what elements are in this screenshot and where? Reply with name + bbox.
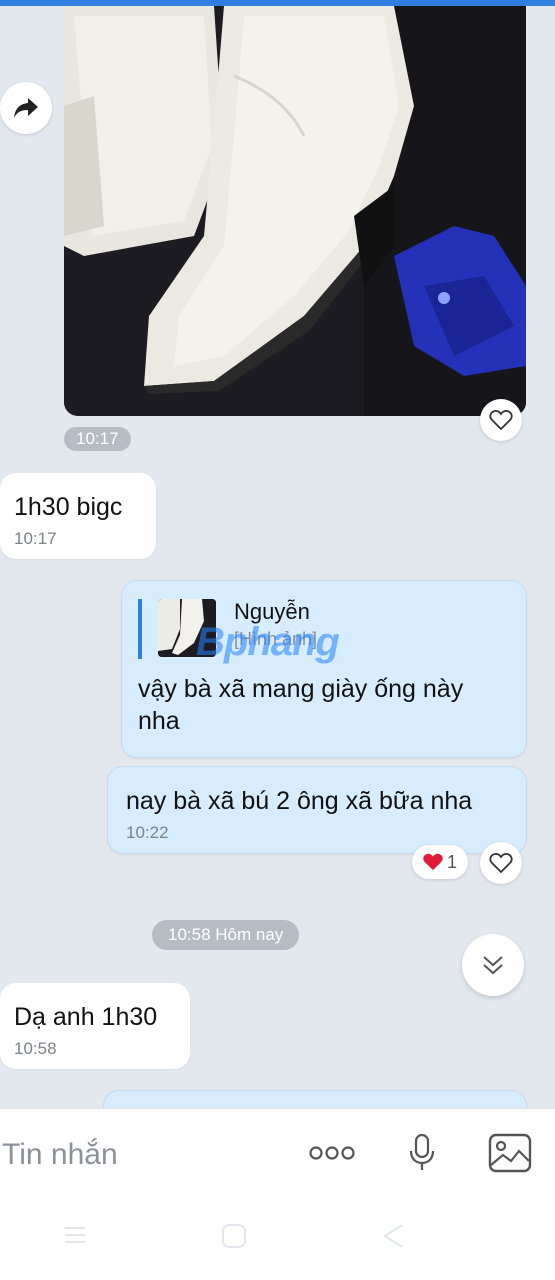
heart-icon — [489, 410, 513, 431]
boots-photo — [64, 6, 526, 416]
system-navigation-bar — [0, 1196, 555, 1280]
forward-icon — [14, 98, 38, 118]
incoming-message[interactable]: Dạ anh 1h30 10:58 — [0, 983, 190, 1069]
photo-time-pill: 10:17 — [64, 427, 131, 451]
more-button[interactable] — [306, 1131, 358, 1175]
heart-filled-icon — [423, 853, 443, 871]
message-time: 10:22 — [126, 823, 169, 842]
reaction-badge[interactable]: 1 — [412, 845, 468, 879]
chevron-double-down-icon — [483, 956, 503, 975]
message-text: Dạ anh 1h30 — [14, 1003, 158, 1031]
microphone-icon — [409, 1133, 435, 1170]
back-icon[interactable] — [380, 1222, 406, 1250]
message-input[interactable] — [0, 1129, 294, 1181]
reaction-count: 1 — [447, 851, 458, 872]
day-separator: 10:58 Hôm nay — [152, 920, 300, 950]
photo-react-button[interactable] — [480, 399, 522, 441]
chat-thread[interactable]: 10:17 1h30 bigc 10:17 Nguyễn [Hình ảnh] … — [0, 6, 555, 1108]
message-react-button[interactable] — [480, 842, 522, 884]
message-text: 1h30 bigc — [14, 493, 123, 521]
recent-apps-icon[interactable] — [62, 1222, 88, 1248]
outgoing-message-partial[interactable] — [103, 1090, 527, 1108]
image-picker-button[interactable] — [486, 1131, 534, 1175]
outgoing-message[interactable]: nay bà xã bú 2 ông xã bữa nha 10:22 — [107, 766, 527, 854]
message-time: 10:58 — [14, 1039, 57, 1058]
message-text: vậy bà xã mang giày ống này nha — [138, 675, 464, 735]
more-icon — [309, 1146, 355, 1160]
watermark-logo: Bphang — [196, 620, 340, 664]
scroll-to-bottom-button[interactable] — [462, 934, 524, 996]
image-icon — [488, 1133, 532, 1173]
incoming-message[interactable]: 1h30 bigc 10:17 — [0, 473, 156, 559]
message-time: 10:17 — [14, 529, 57, 548]
outgoing-reply-message[interactable]: Nguyễn [Hình ảnh] vậy bà xã mang giày ốn… — [121, 580, 527, 758]
voice-button[interactable] — [402, 1131, 442, 1175]
home-icon[interactable] — [220, 1222, 248, 1250]
message-composer — [0, 1108, 555, 1197]
heart-icon — [489, 853, 513, 874]
message-text: nay bà xã bú 2 ông xã bữa nha — [126, 787, 473, 815]
forward-button[interactable] — [0, 82, 52, 134]
photo-message[interactable] — [64, 6, 526, 416]
